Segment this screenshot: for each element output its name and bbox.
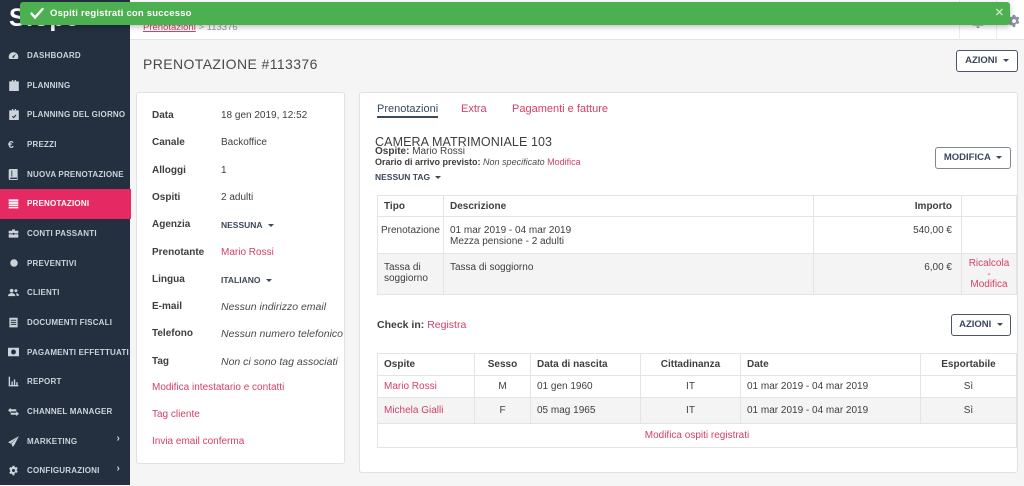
svg-text:€: € — [8, 140, 14, 150]
